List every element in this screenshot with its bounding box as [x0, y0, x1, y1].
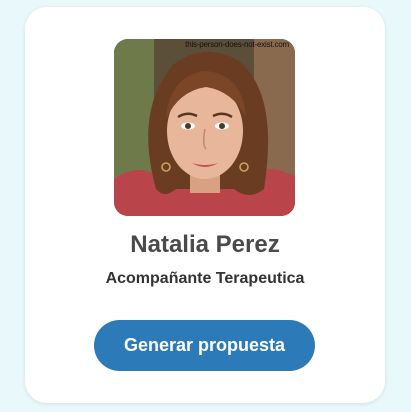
profile-role: Acompañante Terapeutica [105, 270, 305, 287]
profile-photo: this-person-does-not-exist.com [114, 39, 295, 216]
portrait-image [114, 39, 295, 216]
profile-name: Natalia Perez [130, 231, 280, 258]
photo-watermark: this-person-does-not-exist.com [185, 40, 289, 49]
generate-proposal-button[interactable]: Generar propuesta [94, 320, 315, 371]
profile-card: this-person-does-not-exist.com Natalia P… [25, 7, 385, 403]
